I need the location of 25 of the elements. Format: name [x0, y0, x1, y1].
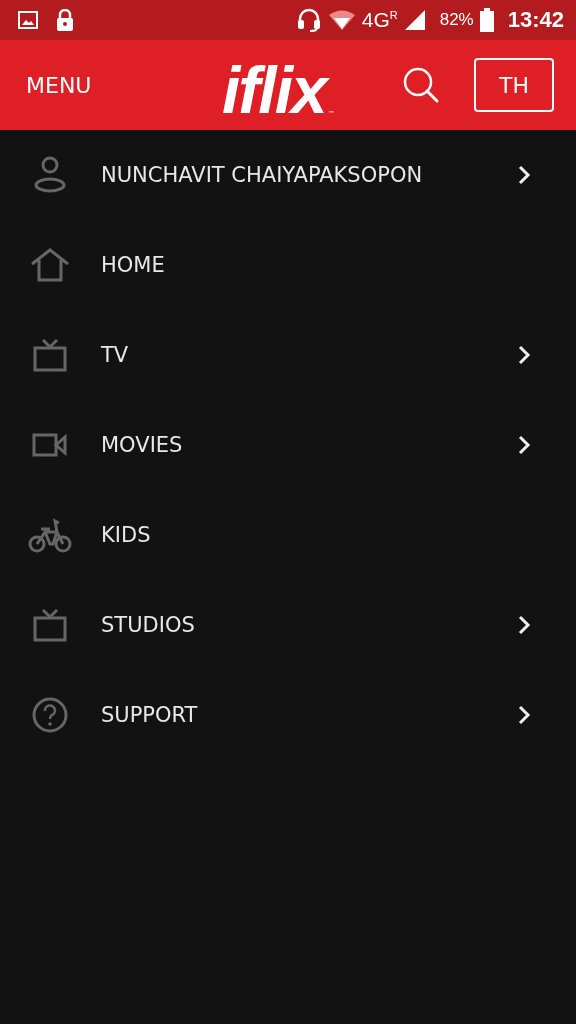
battery-icon — [479, 8, 494, 32]
menu-item[interactable]: MOVIES — [0, 400, 576, 490]
menu-item[interactable]: NUNCHAVIT CHAIYAPAKSOPON — [0, 130, 576, 220]
tv-icon — [32, 338, 67, 372]
video-camera-icon — [31, 433, 68, 457]
tv-icon — [32, 608, 67, 642]
help-icon — [30, 696, 69, 734]
menu-button[interactable]: MENU — [26, 72, 92, 98]
wifi-icon — [327, 9, 356, 31]
headset-icon — [295, 8, 322, 32]
menu-item[interactable]: HOME — [0, 220, 576, 310]
menu-item[interactable]: KIDS — [0, 490, 576, 580]
menu-item[interactable]: SUPPORT — [0, 670, 576, 760]
house-icon — [29, 247, 70, 283]
network-type: 4G$^{R}$ — [361, 8, 398, 32]
battery-level: 82% — [439, 10, 474, 30]
menu-item[interactable]: STUDIOS — [0, 580, 576, 670]
clock: 13:42 — [507, 7, 564, 33]
lock-icon — [56, 9, 74, 31]
search-icon[interactable] — [402, 66, 440, 104]
language-button[interactable]: TH — [474, 58, 554, 112]
menu-item[interactable]: TV — [0, 310, 576, 400]
bicycle-icon — [27, 517, 72, 553]
signal-icon — [403, 9, 426, 31]
image-icon — [18, 11, 38, 29]
